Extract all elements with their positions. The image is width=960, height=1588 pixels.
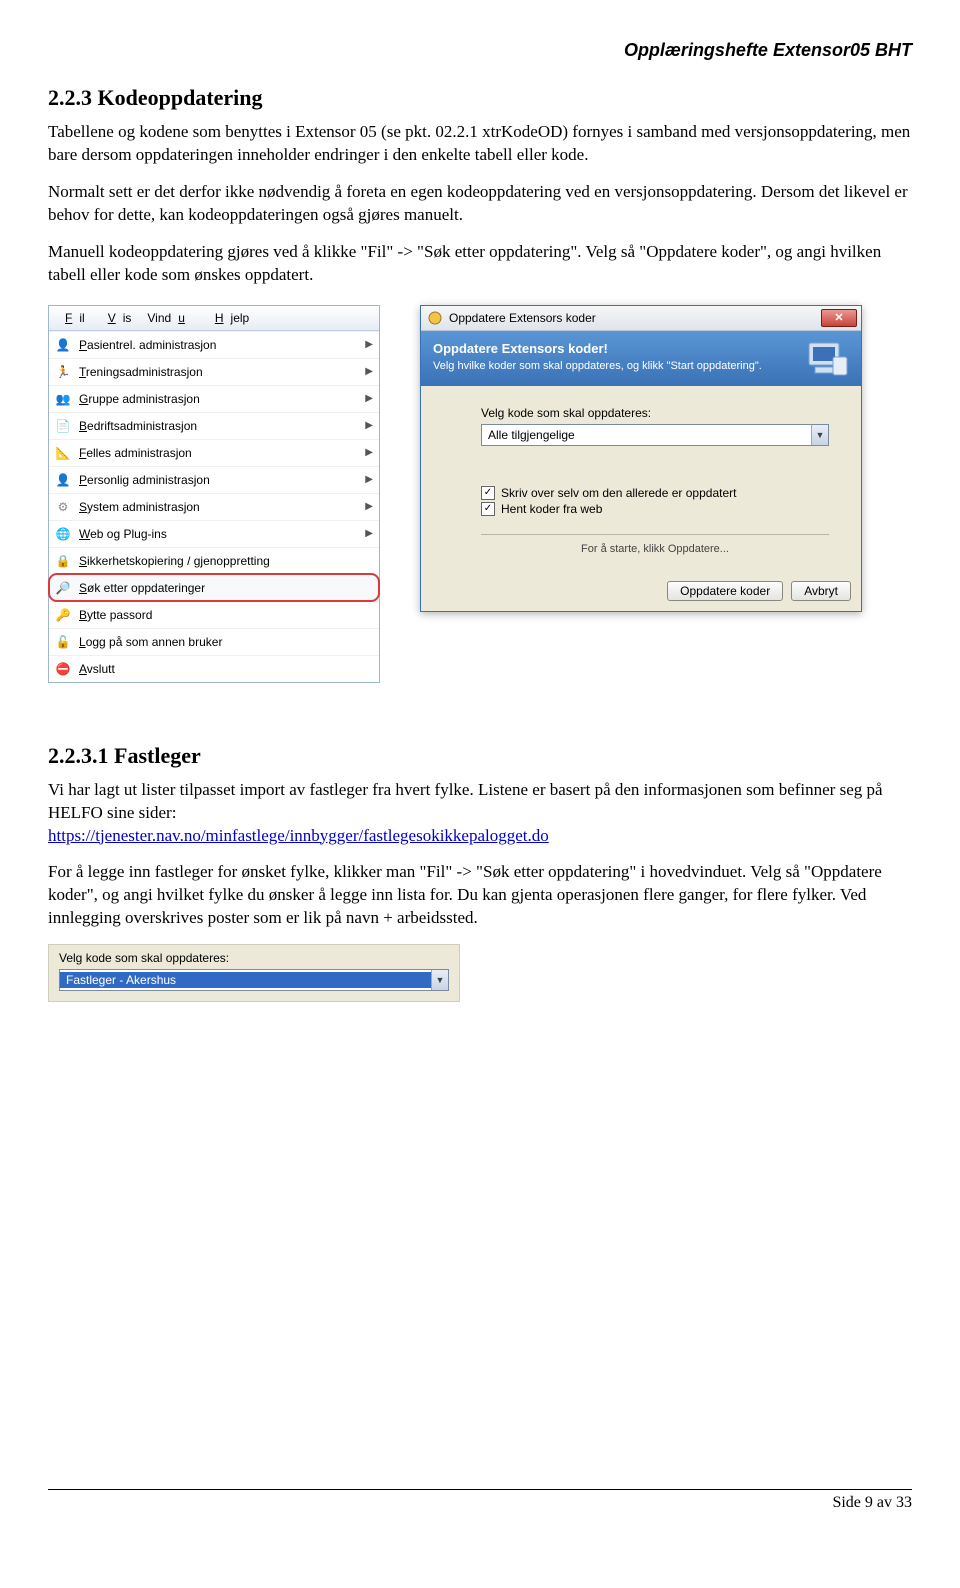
cancel-button[interactable]: Avbryt: [791, 581, 851, 601]
menu-item-label: Bytte passord: [79, 608, 373, 622]
menu-item-label: Søk etter oppdateringer: [79, 581, 373, 595]
menu-item-icon: 👤: [55, 472, 71, 488]
banner-heading: Oppdatere Extensors koder!: [433, 341, 849, 356]
menu-item-web-og-plug-ins[interactable]: 🌐 Web og Plug-ins ▶: [49, 520, 379, 547]
menu-vindu[interactable]: Vindu: [140, 309, 199, 327]
menu-item-icon: 📄: [55, 418, 71, 434]
menu-list: 👤 Pasientrel. administrasjon ▶ 🏃 Treningsadm…: [49, 331, 379, 682]
menu-item-icon: 🌐: [55, 526, 71, 542]
menu-item-icon: ⚙: [55, 499, 71, 515]
file-menu-panel: Fil Vis Vindu Hjelp 👤 Pasientrel. adminis…: [48, 305, 380, 683]
paragraph: Manuell kodeoppdatering gjøres ved å kli…: [48, 241, 912, 287]
checkbox-icon[interactable]: ✓: [481, 486, 495, 500]
combo-label: Velg kode som skal oppdateres:: [481, 406, 829, 420]
menu-item-bedriftsadministrasjon[interactable]: 📄 Bedriftsadministrasjon ▶: [49, 412, 379, 439]
menu-item-label: Gruppe administrasjon: [79, 392, 355, 406]
paragraph: Vi har lagt ut lister tilpasset import a…: [48, 779, 912, 848]
doc-header: Opplæringshefte Extensor05 BHT: [48, 40, 912, 61]
submenu-arrow-icon: ▶: [363, 447, 373, 458]
checkbox-label: Hent koder fra web: [501, 502, 602, 516]
submenu-arrow-icon: ▶: [363, 339, 373, 350]
menu-item-icon: 🏃: [55, 364, 71, 380]
menu-item-icon: 📐: [55, 445, 71, 461]
overwrite-checkbox-row[interactable]: ✓ Skriv over selv om den allerede er opp…: [481, 486, 829, 500]
menu-hjelp[interactable]: Hjelp: [201, 309, 256, 327]
chevron-down-icon[interactable]: ▼: [811, 425, 828, 445]
checkbox-icon[interactable]: ✓: [481, 502, 495, 516]
menu-item-avslutt[interactable]: ⛔ Avslutt: [49, 655, 379, 682]
menu-item-sikkerhetskopiering-gjenoppretting[interactable]: 🔒 Sikkerhetskopiering / gjenoppretting: [49, 547, 379, 574]
menu-item-label: System administrasjon: [79, 500, 355, 514]
menu-item-gruppe-administrasjon[interactable]: 👥 Gruppe administrasjon ▶: [49, 385, 379, 412]
dialog-title-text: Oppdatere Extensors koder: [449, 311, 596, 325]
menu-item-icon: ⛔: [55, 661, 71, 677]
submenu-arrow-icon: ▶: [363, 393, 373, 404]
chevron-down-icon[interactable]: ▼: [431, 970, 448, 990]
menu-item-label: Felles administrasjon: [79, 446, 355, 460]
menu-item-label: Bedriftsadministrasjon: [79, 419, 355, 433]
page-number: Side 9 av 33: [832, 1494, 912, 1511]
dialog-button-row: Oppdatere koder Avbryt: [421, 581, 861, 611]
submenu-arrow-icon: ▶: [363, 528, 373, 539]
computer-icon: [805, 339, 851, 379]
dialog-icon: [427, 310, 443, 326]
menu-item-label: Personlig administrasjon: [79, 473, 355, 487]
menu-item-logg-p-som-annen-bruker[interactable]: 🔓 Logg på som annen bruker: [49, 628, 379, 655]
menu-item-icon: 🔎: [55, 580, 71, 596]
page-footer: Side 9 av 33: [48, 1489, 912, 1512]
menu-item-icon: 🔓: [55, 634, 71, 650]
update-button[interactable]: Oppdatere koder: [667, 581, 783, 601]
combo-value: Alle tilgjengelige: [482, 428, 811, 442]
fastleger-combo-block: Velg kode som skal oppdateres: Fastleger…: [48, 944, 460, 1002]
screenshot-row: Fil Vis Vindu Hjelp 👤 Pasientrel. adminis…: [48, 305, 912, 683]
banner-subtext: Velg hvilke koder som skal oppdateres, o…: [433, 360, 849, 372]
checkbox-label: Skriv over selv om den allerede er oppda…: [501, 486, 736, 500]
menu-item-icon: 👥: [55, 391, 71, 407]
menu-item-label: Avslutt: [79, 662, 373, 676]
menu-item-label: Web og Plug-ins: [79, 527, 355, 541]
menu-item-treningsadministrasjon[interactable]: 🏃 Treningsadministrasjon ▶: [49, 358, 379, 385]
dialog-titlebar: Oppdatere Extensors koder ✕: [421, 306, 861, 331]
menu-item-felles-administrasjon[interactable]: 📐 Felles administrasjon ▶: [49, 439, 379, 466]
separator: [481, 534, 829, 535]
menu-item-pasientrel-administrasjon[interactable]: 👤 Pasientrel. administrasjon ▶: [49, 331, 379, 358]
dialog-banner: Oppdatere Extensors koder! Velg hvilke k…: [421, 331, 861, 386]
dialog-body: Velg kode som skal oppdateres: Alle tilg…: [421, 386, 861, 581]
fastleger-combo[interactable]: Fastleger - Akershus ▼: [59, 969, 449, 991]
menu-item-s-k-etter-oppdateringer[interactable]: 🔎 Søk etter oppdateringer: [49, 574, 379, 601]
menu-item-icon: 👤: [55, 337, 71, 353]
paragraph: For å legge inn fastleger for ønsket fyl…: [48, 861, 912, 930]
menu-item-bytte-passord[interactable]: 🔑 Bytte passord: [49, 601, 379, 628]
submenu-arrow-icon: ▶: [363, 474, 373, 485]
paragraph: Normalt sett er det derfor ikke nødvendi…: [48, 181, 912, 227]
paragraph: Tabellene og kodene som benyttes i Exten…: [48, 121, 912, 167]
section-heading: 2.2.3 Kodeoppdatering: [48, 85, 912, 111]
menu-item-label: Sikkerhetskopiering / gjenoppretting: [79, 554, 373, 568]
web-checkbox-row[interactable]: ✓ Hent koder fra web: [481, 502, 829, 516]
update-dialog: Oppdatere Extensors koder ✕ Oppdatere Ex…: [420, 305, 862, 612]
submenu-arrow-icon: ▶: [363, 366, 373, 377]
menu-vis[interactable]: Vis: [94, 309, 139, 327]
menu-item-label: Pasientrel. administrasjon: [79, 338, 355, 352]
menu-item-label: Logg på som annen bruker: [79, 635, 373, 649]
combo-value: Fastleger - Akershus: [60, 972, 431, 988]
menu-item-system-administrasjon[interactable]: ⚙ System administrasjon ▶: [49, 493, 379, 520]
menu-fil[interactable]: Fil: [51, 309, 92, 327]
submenu-arrow-icon: ▶: [363, 420, 373, 431]
dialog-hint: For å starte, klikk Oppdatere...: [481, 543, 829, 555]
menu-item-icon: 🔑: [55, 607, 71, 623]
section-heading: 2.2.3.1 Fastleger: [48, 743, 912, 769]
code-combo[interactable]: Alle tilgjengelige ▼: [481, 424, 829, 446]
helfo-link[interactable]: https://tjenester.nav.no/minfastlege/inn…: [48, 826, 549, 845]
combo-label: Velg kode som skal oppdateres:: [59, 951, 449, 965]
menubar: Fil Vis Vindu Hjelp: [49, 306, 379, 331]
close-button[interactable]: ✕: [821, 309, 857, 327]
submenu-arrow-icon: ▶: [363, 501, 373, 512]
menu-item-personlig-administrasjon[interactable]: 👤 Personlig administrasjon ▶: [49, 466, 379, 493]
menu-item-icon: 🔒: [55, 553, 71, 569]
menu-item-label: Treningsadministrasjon: [79, 365, 355, 379]
